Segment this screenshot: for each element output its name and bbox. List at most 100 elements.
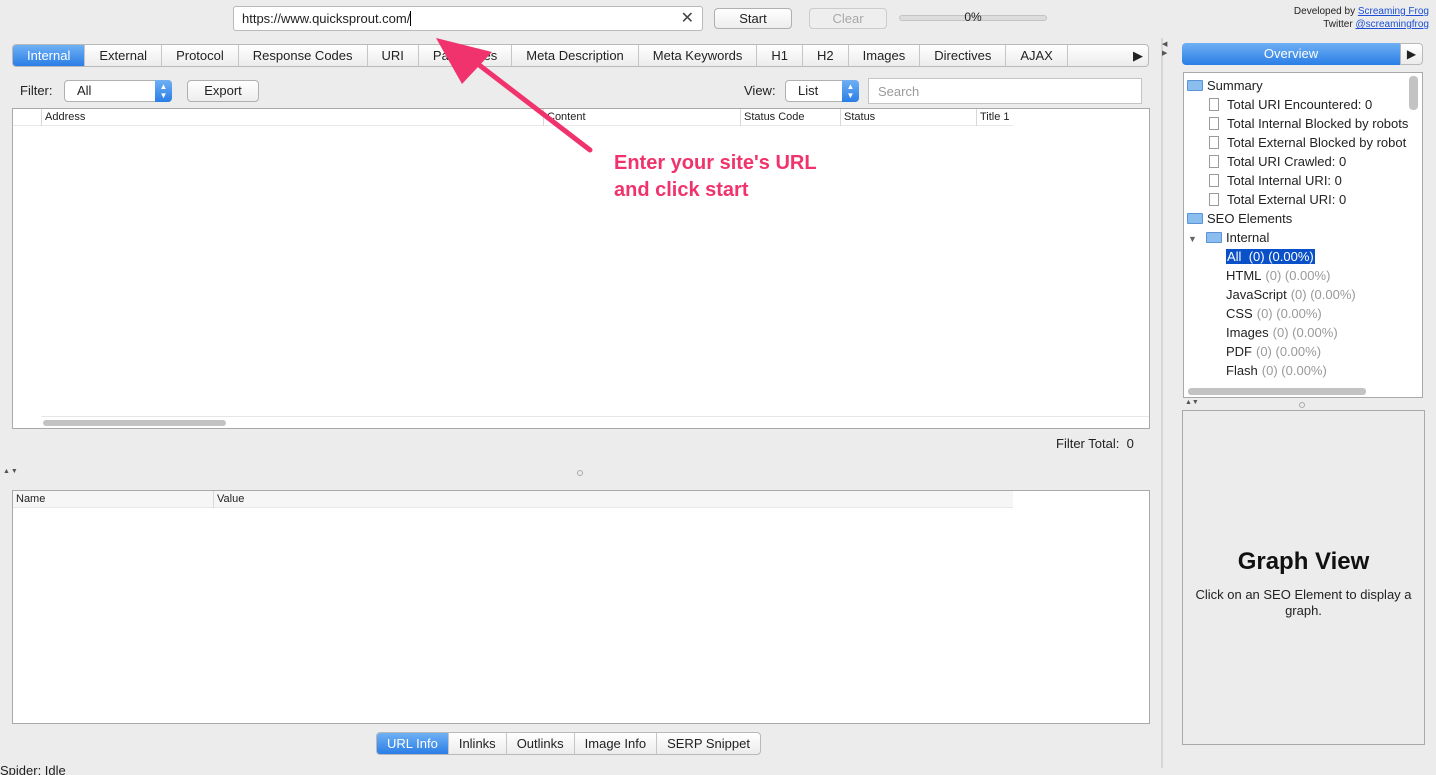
graph-view-description: Click on an SEO Element to display a gra… xyxy=(1195,587,1412,618)
column-header-status-code[interactable]: Status Code xyxy=(740,109,840,126)
tab-serp-snippet[interactable]: SERP Snippet xyxy=(657,733,760,754)
tree-item-all[interactable]: All (0) (0.00%) xyxy=(1226,247,1315,266)
annotation-callout: Enter your site's URL and click start xyxy=(614,150,817,204)
row-number-header[interactable] xyxy=(13,109,41,126)
expand-triangle-icon[interactable]: ▼ xyxy=(1188,230,1200,249)
tree-item-css[interactable]: CSS (0) (0.00%) xyxy=(1226,304,1322,323)
developer-credit: Developed by Screaming Frog Twitter @scr… xyxy=(1294,5,1429,31)
url-table[interactable]: Address Content Status Code Status Title… xyxy=(12,108,1150,429)
tree-item-summary-stat[interactable]: Total URI Encountered: 0 xyxy=(1209,95,1372,114)
document-icon xyxy=(1209,193,1219,206)
view-select[interactable]: List ▲ ▼ xyxy=(785,80,859,102)
tab-h2[interactable]: H2 xyxy=(803,45,849,66)
graph-view-panel: Graph View Click on an SEO Element to di… xyxy=(1182,410,1425,745)
twitter-prefix: Twitter xyxy=(1323,19,1353,30)
tab-url-info[interactable]: URL Info xyxy=(377,733,449,754)
tab-h1[interactable]: H1 xyxy=(757,45,803,66)
tree-item-flash[interactable]: Flash (0) (0.00%) xyxy=(1226,361,1327,380)
export-button[interactable]: Export xyxy=(187,80,259,102)
tree-item-seo-elements[interactable]: SEO Elements xyxy=(1187,209,1292,228)
column-header-title-1[interactable]: Title 1 xyxy=(976,109,1151,126)
filter-total-label: Filter Total: xyxy=(1056,436,1120,451)
tab-uri[interactable]: URI xyxy=(368,45,419,66)
tree-item-html[interactable]: HTML (0) (0.00%) xyxy=(1226,266,1330,285)
url-input[interactable]: https://www.quicksprout.com/ ✕ xyxy=(233,6,703,31)
filter-total: Filter Total: 0 xyxy=(1056,436,1134,451)
tree-item-all-label: All (0) (0.00%) xyxy=(1226,249,1315,264)
detail-tab-bar: URL Info Inlinks Outlinks Image Info SER… xyxy=(376,732,761,755)
document-icon xyxy=(1209,155,1219,168)
tab-internal[interactable]: Internal xyxy=(13,45,86,66)
tree-item-javascript[interactable]: JavaScript (0) (0.00%) xyxy=(1226,285,1356,304)
clear-url-icon[interactable]: ✕ xyxy=(681,7,694,30)
select-stepper-icon: ▲ ▼ xyxy=(155,80,172,102)
horizontal-splitter[interactable]: ▲▼ xyxy=(0,468,1160,476)
details-table[interactable]: Name Value xyxy=(12,490,1150,724)
tree-item-summary[interactable]: Summary xyxy=(1187,76,1263,95)
graph-view-title: Graph View xyxy=(1237,548,1370,575)
start-button[interactable]: Start xyxy=(714,8,792,29)
view-select-value: List xyxy=(798,83,819,98)
annotation-line-1: Enter your site's URL xyxy=(614,152,817,174)
overview-scroll-right-icon[interactable]: ▶ xyxy=(1400,43,1423,65)
status-bar: Spider: Idle xyxy=(0,763,66,775)
tab-response-codes[interactable]: Response Codes xyxy=(239,45,368,66)
tab-outlinks[interactable]: Outlinks xyxy=(507,733,575,754)
tree-item-summary-stat[interactable]: Total Internal Blocked by robots xyxy=(1209,114,1408,133)
details-table-header: Name Value xyxy=(13,491,1013,508)
column-header-address[interactable]: Address xyxy=(41,109,543,126)
tree-item-pdf[interactable]: PDF (0) (0.00%) xyxy=(1226,342,1321,361)
filter-label: Filter: xyxy=(20,83,53,98)
tab-image-info[interactable]: Image Info xyxy=(575,733,658,754)
splitter-arrows-icon[interactable]: ◀ ▶ xyxy=(1162,40,1167,58)
url-table-header: Address Content Status Code Status Title… xyxy=(13,109,1013,126)
tree-item-images[interactable]: Images (0) (0.00%) xyxy=(1226,323,1338,342)
tree-item-summary-stat[interactable]: Total External Blocked by robot xyxy=(1209,133,1406,152)
tree-item-summary-stat[interactable]: Total External URI: 0 xyxy=(1209,190,1346,209)
column-header-content[interactable]: Content xyxy=(543,109,740,126)
search-input[interactable] xyxy=(868,78,1142,104)
tree-splitter-arrows-icon[interactable]: ▲▼ xyxy=(1185,399,1199,406)
vertical-splitter[interactable] xyxy=(1161,38,1163,768)
filter-select-value: All xyxy=(77,83,92,98)
folder-icon xyxy=(1187,213,1203,224)
tree-item-summary-stat[interactable]: Total URI Crawled: 0 xyxy=(1209,152,1346,171)
credit-prefix: Developed by xyxy=(1293,6,1356,17)
column-header-value[interactable]: Value xyxy=(213,491,1013,508)
tab-scroll-right-icon[interactable]: ▶ xyxy=(1128,45,1148,66)
tab-page-titles[interactable]: Page Titles xyxy=(419,45,513,66)
tab-meta-description[interactable]: Meta Description xyxy=(512,45,639,66)
tab-external[interactable]: External xyxy=(85,45,163,66)
overview-tree[interactable]: Summary Total URI Encountered: 0 Total I… xyxy=(1183,72,1423,398)
column-header-name[interactable]: Name xyxy=(13,491,213,508)
tab-images[interactable]: Images xyxy=(849,45,921,66)
tree-vertical-scrollbar[interactable] xyxy=(1409,76,1418,110)
tab-directives[interactable]: Directives xyxy=(920,45,1007,66)
text-caret xyxy=(410,11,412,26)
select-stepper-icon: ▲ ▼ xyxy=(842,80,859,102)
tree-item-summary-stat[interactable]: Total Internal URI: 0 xyxy=(1209,171,1342,190)
document-icon xyxy=(1209,117,1219,130)
url-value: https://www.quicksprout.com/ xyxy=(242,11,411,26)
tab-meta-keywords[interactable]: Meta Keywords xyxy=(639,45,758,66)
splitter-grip-icon[interactable] xyxy=(577,470,583,476)
filter-select[interactable]: All ▲ ▼ xyxy=(64,80,172,102)
tab-overview[interactable]: Overview xyxy=(1182,43,1400,65)
screaming-frog-link[interactable]: Screaming Frog xyxy=(1358,6,1429,17)
column-header-status[interactable]: Status xyxy=(840,109,976,126)
folder-icon xyxy=(1187,80,1203,91)
clear-button[interactable]: Clear xyxy=(809,8,887,29)
tree-splitter-grip-icon[interactable] xyxy=(1299,402,1305,408)
tree-horizontal-scrollbar[interactable] xyxy=(1188,388,1366,395)
twitter-link[interactable]: @screamingfrog xyxy=(1355,19,1429,30)
scrollbar-thumb[interactable] xyxy=(43,420,226,426)
tab-inlinks[interactable]: Inlinks xyxy=(449,733,507,754)
crawl-progress-text: 0% xyxy=(964,10,982,24)
tab-protocol[interactable]: Protocol xyxy=(162,45,239,66)
tree-item-internal[interactable]: ▼ Internal xyxy=(1188,228,1269,247)
view-label: View: xyxy=(744,83,776,98)
collapse-arrows-icon[interactable]: ▲▼ xyxy=(3,468,19,475)
horizontal-scrollbar[interactable] xyxy=(41,416,1149,426)
document-icon xyxy=(1209,98,1219,111)
tab-ajax[interactable]: AJAX xyxy=(1006,45,1068,66)
